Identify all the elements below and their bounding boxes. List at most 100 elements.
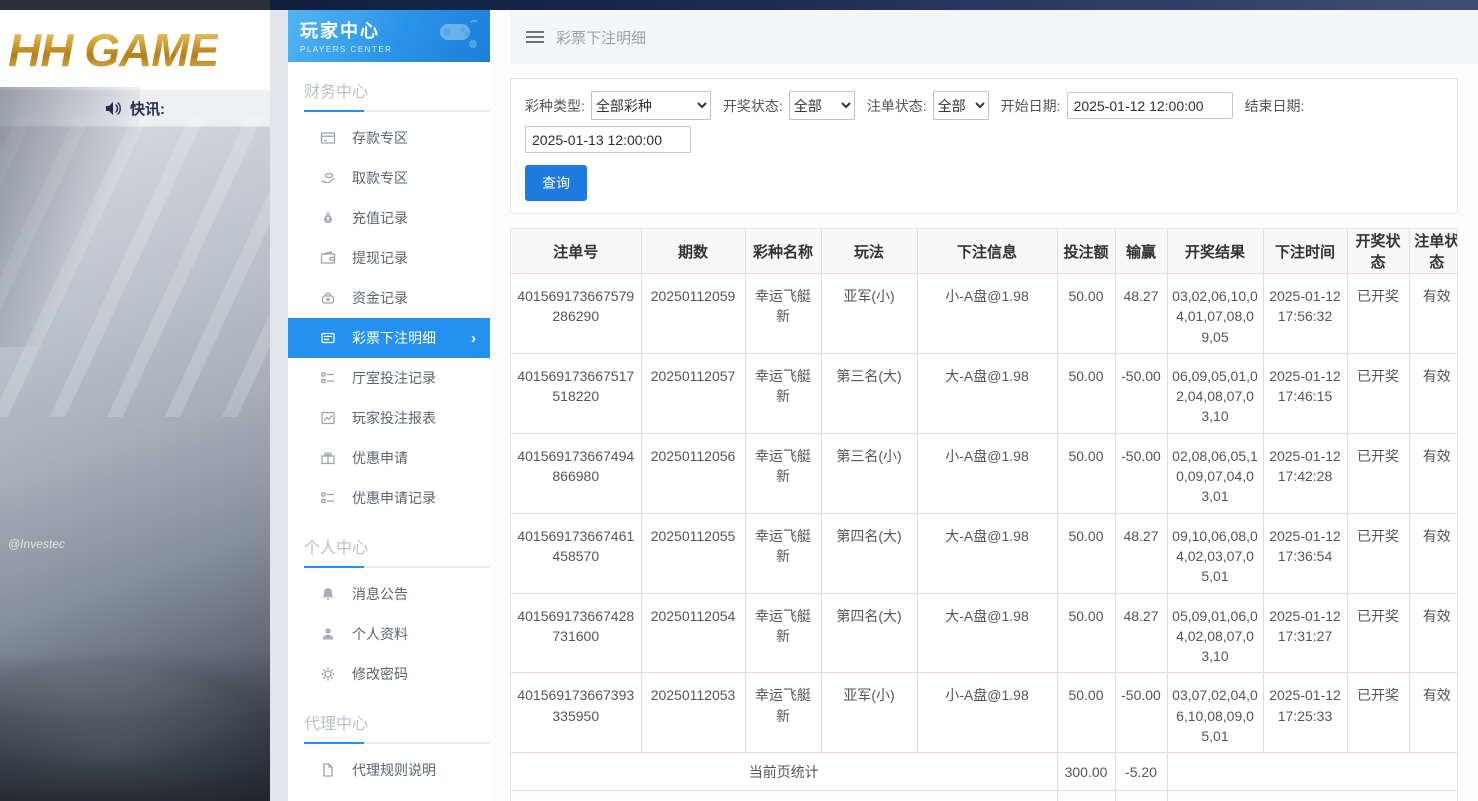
column-header: 期数 — [641, 229, 745, 274]
table-cell: 50.00 — [1057, 513, 1115, 593]
sidebar-item-hall-list[interactable]: 厅室投注记录 — [288, 358, 490, 398]
table-cell: 20250112053 — [641, 673, 745, 753]
bet-table-card: 注单号期数彩种名称玩法下注信息投注额输赢开奖结果下注时间开奖状态注单状态 401… — [510, 228, 1458, 801]
column-header: 开奖结果 — [1167, 229, 1263, 274]
sidebar-item-report-chart[interactable]: 玩家投注报表 — [288, 398, 490, 438]
table-cell: 幸运飞艇新 — [745, 433, 821, 513]
table-body: 40156917366757928629020250112059幸运飞艇新亚军(… — [511, 274, 1458, 801]
sidebar-item-deposit-card[interactable]: 存款专区 — [288, 118, 490, 158]
table-cell: 幸运飞艇新 — [745, 353, 821, 433]
table-cell: 大-A盘@1.98 — [917, 353, 1057, 433]
site-logo[interactable]: HH GAME — [0, 23, 218, 77]
table-cell: 48.27 — [1115, 274, 1167, 354]
sidebar-item-label: 消息公告 — [352, 584, 408, 604]
summary-label: 当前页统计 — [511, 753, 1057, 791]
table-cell: 已开奖 — [1347, 433, 1409, 513]
table-cell: 50.00 — [1057, 673, 1115, 753]
table-cell: 2025-01-12 17:42:28 — [1263, 433, 1347, 513]
sidebar-header: 玩家中心 PLAYERS CENTER — [288, 10, 490, 62]
table-header-row: 注单号期数彩种名称玩法下注信息投注额输赢开奖结果下注时间开奖状态注单状态 — [511, 229, 1458, 274]
table-cell: 401569173667494866980 — [511, 433, 641, 513]
table-cell: 已开奖 — [1347, 593, 1409, 673]
table-cell: -50.00 — [1115, 673, 1167, 753]
menu-toggle-icon[interactable] — [526, 31, 544, 43]
table-cell: 20250112057 — [641, 353, 745, 433]
sidebar-item-bet-detail[interactable]: 彩票下注明细› — [288, 318, 490, 358]
table-cell: 亚军(小) — [821, 673, 917, 753]
section-underline — [304, 566, 490, 568]
sidebar-item-gift-list[interactable]: 优惠申请记录 — [288, 478, 490, 518]
table-cell: 第三名(大) — [821, 353, 917, 433]
table-cell: 已开奖 — [1347, 353, 1409, 433]
column-header: 开奖状态 — [1347, 229, 1409, 274]
photo-dark-wedge — [0, 87, 140, 347]
table-cell: 小-A盘@1.98 — [917, 433, 1057, 513]
table-cell: 48.27 — [1115, 513, 1167, 593]
hall-list-icon — [320, 370, 336, 386]
draw-status-label: 开奖状态: — [723, 96, 783, 116]
search-button[interactable]: 查询 — [525, 165, 587, 201]
section-underline — [304, 742, 490, 744]
sidebar-section-title: 代理中心 — [304, 710, 490, 742]
sidebar-item-user[interactable]: 个人资料 — [288, 614, 490, 654]
sidebar-item-moneybag[interactable]: 充值记录 — [288, 198, 490, 238]
summary-label: 总统计 — [511, 791, 1057, 801]
sidebar-item-gift[interactable]: 优惠申请 — [288, 438, 490, 478]
draw-status-select[interactable]: 全部 — [789, 91, 855, 120]
order-status-label: 注单状态: — [867, 96, 927, 116]
background-photo: @Investec — [0, 127, 270, 801]
sidebar-item-label: 彩票下注明细 — [352, 328, 436, 348]
table-cell: 2025-01-12 17:36:54 — [1263, 513, 1347, 593]
table-cell: -50.00 — [1115, 433, 1167, 513]
table-cell: 已开奖 — [1347, 274, 1409, 354]
sidebar-section-title: 个人中心 — [304, 534, 490, 566]
lottery-type-select[interactable]: 全部彩种 — [591, 91, 711, 120]
section-underline — [304, 110, 490, 112]
end-date-input[interactable] — [525, 126, 691, 153]
start-date-input[interactable] — [1067, 92, 1233, 119]
sidebar-item-label: 提现记录 — [352, 248, 408, 268]
table-row: 40156917366751751822020250112057幸运飞艇新第三名… — [511, 353, 1458, 433]
table-cell: 20250112054 — [641, 593, 745, 673]
table-cell: 03,07,02,04,06,10,08,09,05,01 — [1167, 673, 1263, 753]
sidebar-item-withdraw-hand[interactable]: 取款专区 — [288, 158, 490, 198]
gift-icon — [320, 450, 336, 466]
sidebar-item-wallet[interactable]: 提现记录 — [288, 238, 490, 278]
table-cell: 第四名(大) — [821, 593, 917, 673]
order-status-select[interactable]: 全部 — [933, 91, 989, 120]
table-cell: 2025-01-12 17:25:33 — [1263, 673, 1347, 753]
summary-empty-cell — [1167, 791, 1458, 801]
column-header: 输赢 — [1115, 229, 1167, 274]
table-cell: 有效 — [1409, 513, 1458, 593]
table-row: 40156917366757928629020250112059幸运飞艇新亚军(… — [511, 274, 1458, 354]
table-cell: 50.00 — [1057, 593, 1115, 673]
sidebar-item-label: 玩家投注报表 — [352, 408, 436, 428]
table-cell: 401569173667428731600 — [511, 593, 641, 673]
sidebar-item-team-stats[interactable]: 代理团队统计 — [288, 790, 490, 801]
topbar: 彩票下注明细 — [510, 10, 1478, 64]
table-cell: 幸运飞艇新 — [745, 673, 821, 753]
summary-winloss-total: -5.20 — [1115, 753, 1167, 791]
logo-strip: HH GAME — [0, 10, 270, 90]
main-panel: 彩票下注明细 彩种类型: 全部彩种 开奖状态: 全部 注单状态: 全部 开始日期… — [490, 10, 1478, 801]
sidebar-item-label: 充值记录 — [352, 208, 408, 228]
table-cell: 第三名(小) — [821, 433, 917, 513]
table-cell: 已开奖 — [1347, 673, 1409, 753]
sidebar-item-gear[interactable]: 修改密码 — [288, 654, 490, 694]
table-cell: 50.00 — [1057, 353, 1115, 433]
current-page-summary-row: 当前页统计300.00-5.20 — [511, 753, 1458, 791]
table-cell: 06,09,05,01,02,04,08,07,03,10 — [1167, 353, 1263, 433]
sidebar-item-label: 资金记录 — [352, 288, 408, 308]
table-cell: 2025-01-12 17:56:32 — [1263, 274, 1347, 354]
table-cell: 2025-01-12 17:31:27 — [1263, 593, 1347, 673]
page-title: 彩票下注明细 — [556, 27, 646, 48]
user-icon — [320, 626, 336, 642]
sidebar-item-document[interactable]: 代理规则说明 — [288, 750, 490, 790]
sidebar-item-bell[interactable]: 消息公告 — [288, 574, 490, 614]
table-row: 40156917366742873160020250112054幸运飞艇新第四名… — [511, 593, 1458, 673]
sidebar-item-purse[interactable]: 资金记录 — [288, 278, 490, 318]
bell-icon — [320, 586, 336, 602]
summary-bet-total: 300.00 — [1057, 753, 1115, 791]
table-row: 40156917366749486698020250112056幸运飞艇新第三名… — [511, 433, 1458, 513]
table-cell: 有效 — [1409, 353, 1458, 433]
